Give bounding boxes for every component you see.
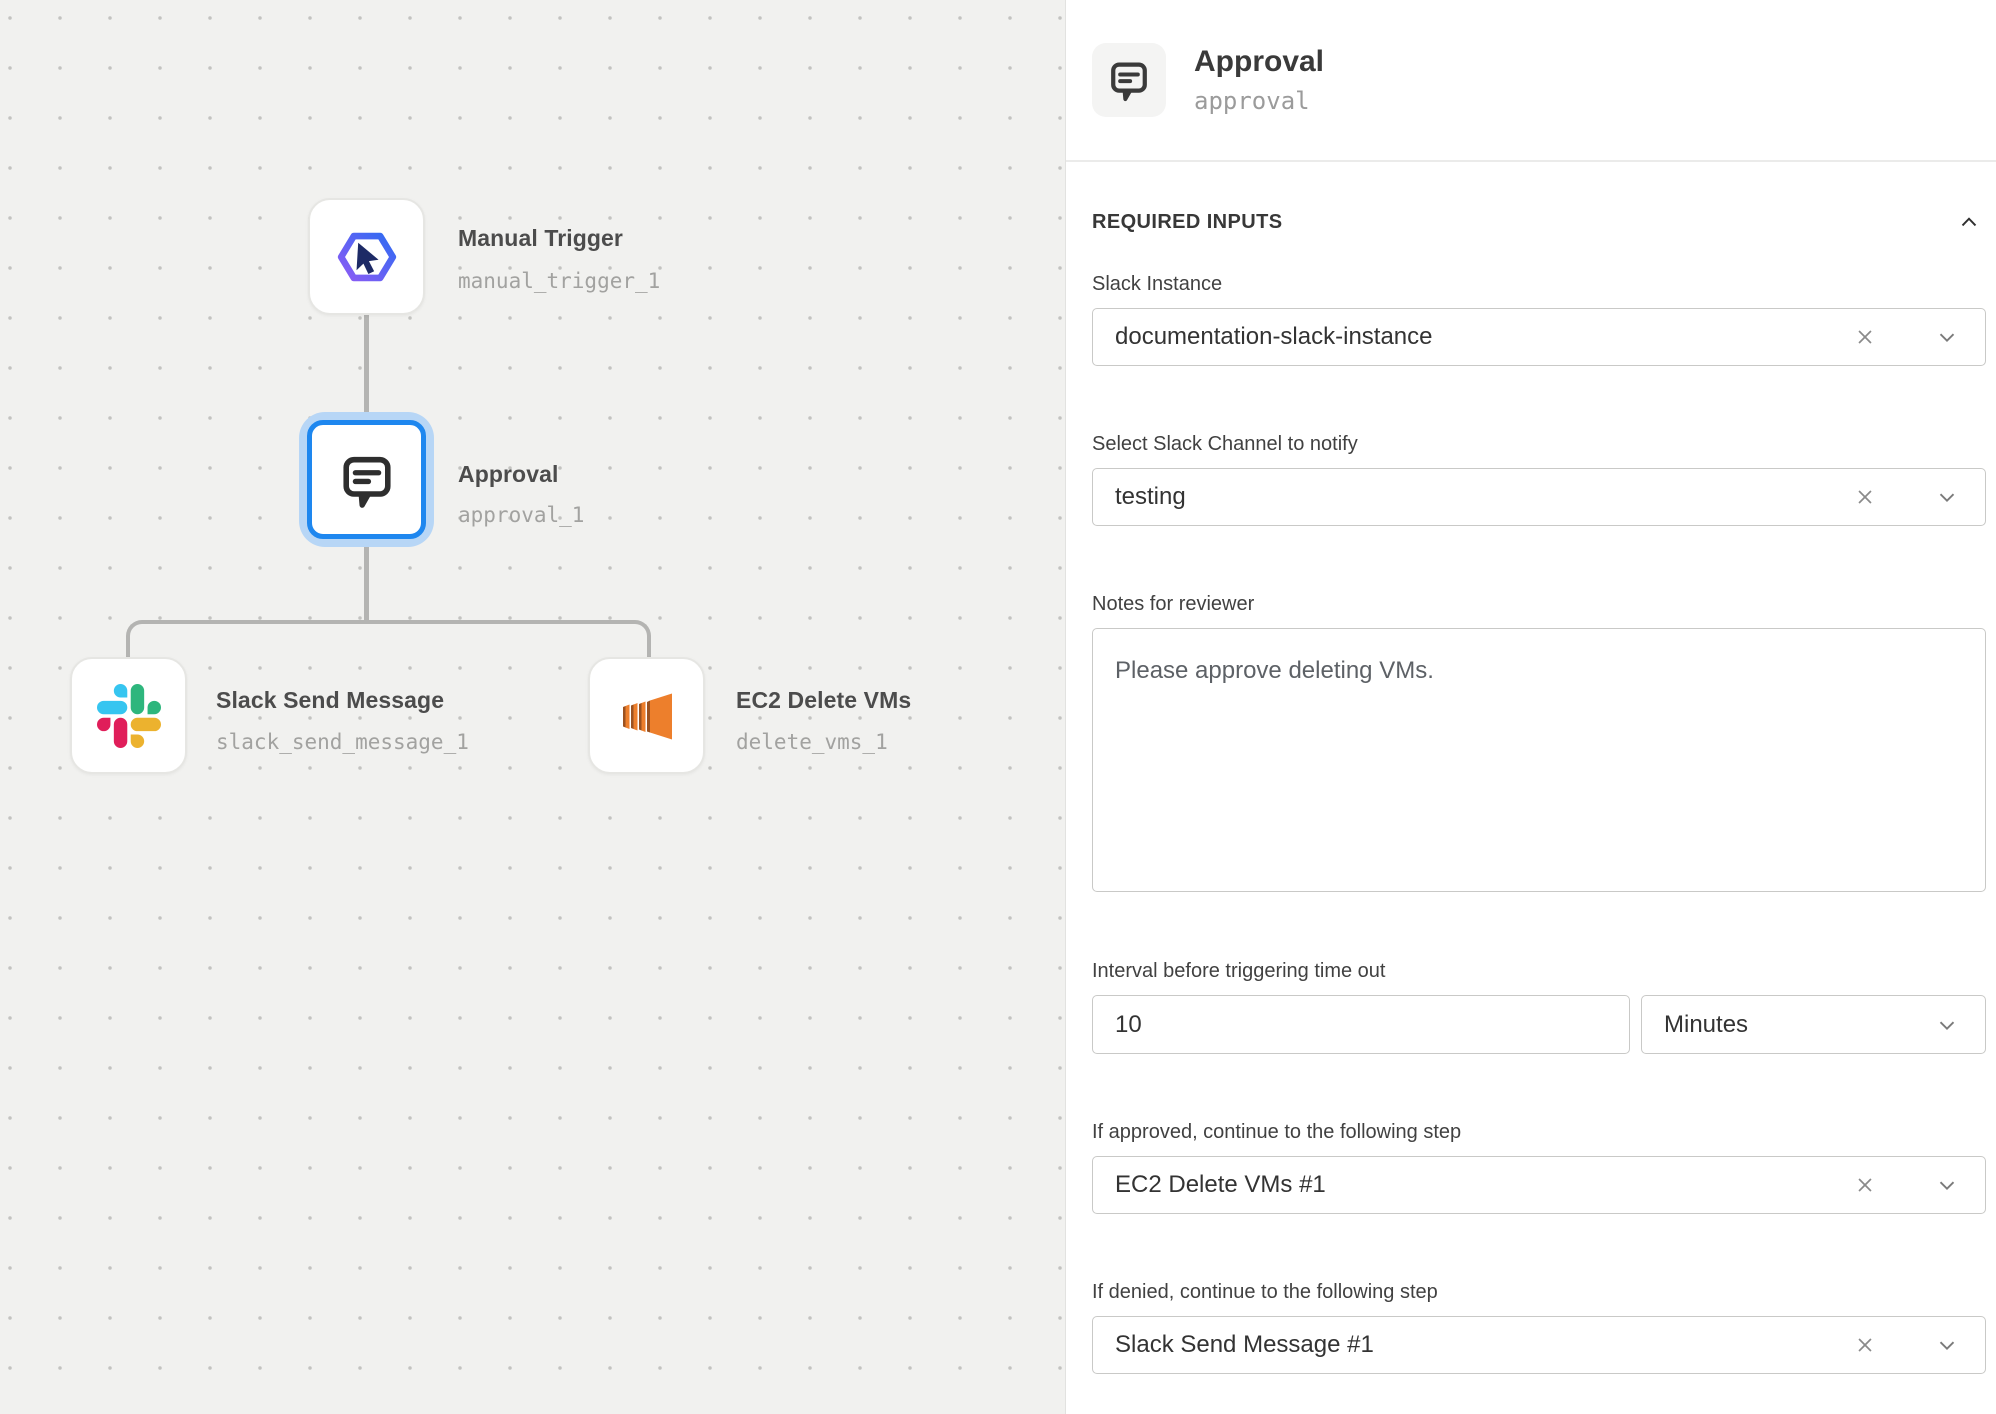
manual-trigger-icon — [334, 224, 400, 290]
connector-trigger-approval — [364, 312, 369, 418]
node-ec2-delete-vms[interactable] — [588, 657, 705, 774]
dropdown-toggle[interactable] — [1933, 323, 1961, 351]
panel-header: Approval approval — [1066, 0, 1996, 162]
approval-chat-icon — [338, 451, 396, 509]
node-subtitle: slack_send_message_1 — [216, 730, 469, 754]
node-subtitle: manual_trigger_1 — [458, 269, 660, 293]
approved-step-label: If approved, continue to the following s… — [1092, 1120, 1986, 1144]
chevron-down-icon — [1934, 484, 1960, 510]
denied-step-label: If denied, continue to the following ste… — [1092, 1280, 1986, 1304]
node-slack-send-message[interactable] — [70, 657, 187, 774]
node-title: Slack Send Message — [216, 687, 444, 714]
clear-x-icon — [1852, 484, 1878, 510]
connector-approval-stub — [364, 543, 369, 623]
dropdown-toggle[interactable] — [1933, 1171, 1961, 1199]
clear-button[interactable] — [1851, 323, 1879, 351]
node-manual-trigger[interactable] — [308, 198, 425, 315]
ec2-icon — [615, 684, 679, 748]
clear-button[interactable] — [1851, 483, 1879, 511]
node-title: EC2 Delete VMs — [736, 687, 911, 714]
interval-unit-select[interactable]: Minutes — [1641, 995, 1986, 1054]
chevron-down-icon — [1934, 1332, 1960, 1358]
dropdown-toggle[interactable] — [1933, 1331, 1961, 1359]
slack-channel-select[interactable]: testing — [1092, 468, 1986, 526]
section-title: REQUIRED INPUTS — [1092, 211, 1282, 234]
approved-step-value: EC2 Delete VMs #1 — [1115, 1171, 1851, 1199]
workflow-canvas[interactable]: Manual Trigger manual_trigger_1 Approval… — [0, 0, 1065, 1414]
panel-subtitle: approval — [1194, 87, 1324, 115]
dropdown-toggle[interactable] — [1933, 483, 1961, 511]
denied-step-value: Slack Send Message #1 — [1115, 1331, 1851, 1359]
clear-x-icon — [1852, 1332, 1878, 1358]
slack-channel-label: Select Slack Channel to notify — [1092, 432, 1986, 456]
chevron-down-icon — [1934, 1012, 1960, 1038]
dropdown-toggle[interactable] — [1933, 1011, 1961, 1039]
slack-instance-label: Slack Instance — [1092, 272, 1986, 296]
chevron-down-icon — [1934, 324, 1960, 350]
slack-instance-value: documentation-slack-instance — [1115, 323, 1851, 351]
notes-label: Notes for reviewer — [1092, 592, 1986, 616]
step-config-panel: Approval approval REQUIRED INPUTS Slack … — [1065, 0, 1996, 1414]
node-approval[interactable] — [299, 412, 434, 547]
notes-textarea[interactable]: Please approve deleting VMs. — [1092, 628, 1986, 892]
node-title: Manual Trigger — [458, 225, 623, 252]
slack-logo-icon — [97, 684, 161, 748]
clear-button[interactable] — [1851, 1331, 1879, 1359]
node-subtitle: approval_1 — [458, 503, 584, 527]
interval-label: Interval before triggering time out — [1092, 959, 1986, 983]
collapse-section-button[interactable] — [1952, 208, 1986, 236]
approved-step-select[interactable]: EC2 Delete VMs #1 — [1092, 1156, 1986, 1214]
clear-button[interactable] — [1851, 1171, 1879, 1199]
slack-channel-value: testing — [1115, 483, 1851, 511]
clear-x-icon — [1852, 1172, 1878, 1198]
node-approval-frame — [307, 420, 426, 539]
interval-value-input[interactable] — [1092, 995, 1630, 1054]
approval-chat-icon — [1092, 43, 1166, 117]
panel-title: Approval — [1194, 45, 1324, 79]
chevron-down-icon — [1934, 1172, 1960, 1198]
clear-x-icon — [1852, 324, 1878, 350]
chevron-up-icon — [1956, 209, 1982, 235]
slack-instance-select[interactable]: documentation-slack-instance — [1092, 308, 1986, 366]
node-subtitle: delete_vms_1 — [736, 730, 888, 754]
denied-step-select[interactable]: Slack Send Message #1 — [1092, 1316, 1986, 1374]
node-title: Approval — [458, 461, 558, 488]
interval-unit-value: Minutes — [1664, 1011, 1933, 1039]
required-inputs-header: REQUIRED INPUTS — [1092, 208, 1986, 236]
